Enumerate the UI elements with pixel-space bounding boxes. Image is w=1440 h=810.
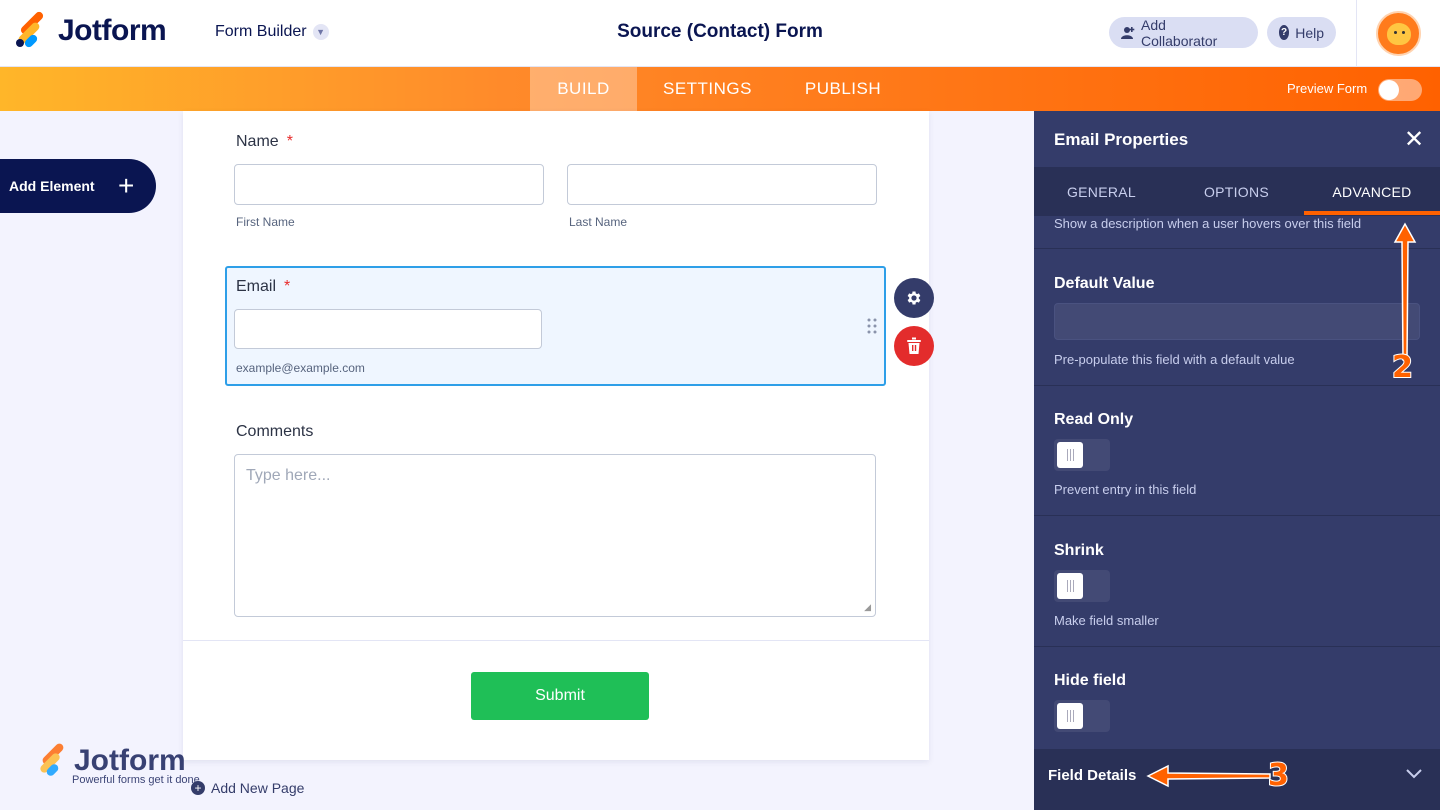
- watermark-tagline: Powerful forms get it done: [72, 774, 200, 786]
- field-properties-button[interactable]: [894, 278, 934, 318]
- read-only-toggle[interactable]: [1054, 439, 1110, 471]
- default-value-description: Pre-populate this field with a default v…: [1054, 352, 1295, 367]
- tab-advanced[interactable]: ADVANCED: [1304, 167, 1440, 216]
- add-element-label: Add Element: [9, 178, 95, 194]
- top-header: Jotform Form Builder ▼ Source (Contact) …: [0, 0, 1440, 67]
- form-canvas: Name * First Name Last Name Email * exampl…: [183, 111, 929, 760]
- email-sublabel: example@example.com: [236, 361, 365, 375]
- tab-general[interactable]: GENERAL: [1034, 167, 1169, 216]
- required-mark: *: [284, 278, 291, 295]
- name-label-text: Name: [236, 133, 279, 150]
- first-name-sublabel: First Name: [236, 215, 295, 229]
- shrink-toggle[interactable]: [1054, 570, 1110, 602]
- submit-button[interactable]: Submit: [471, 672, 649, 720]
- close-icon[interactable]: ✕: [1404, 125, 1424, 154]
- avatar-eye: [1394, 31, 1397, 34]
- default-value-input[interactable]: [1054, 303, 1420, 340]
- read-only-description: Prevent entry in this field: [1054, 482, 1197, 497]
- logo-text: Jotform: [58, 14, 167, 47]
- last-name-sublabel: Last Name: [569, 215, 628, 229]
- watermark-logo-text: Jotform: [74, 744, 186, 777]
- tab-publish[interactable]: PUBLISH: [788, 67, 898, 111]
- help-label: Help: [1295, 24, 1324, 41]
- divider: [183, 640, 929, 641]
- name-field-label: Name *: [236, 133, 293, 151]
- annotation-arrow-2-icon: [1393, 222, 1417, 361]
- first-name-input[interactable]: [234, 164, 544, 205]
- trash-icon: [907, 337, 921, 354]
- add-new-page-label: Add New Page: [211, 780, 305, 796]
- email-input[interactable]: [234, 309, 542, 349]
- shrink-label: Shrink: [1054, 542, 1104, 559]
- preview-form-toggle[interactable]: [1378, 79, 1422, 101]
- help-button[interactable]: ? Help: [1267, 17, 1336, 48]
- tab-settings[interactable]: SETTINGS: [645, 67, 770, 111]
- panel-title: Email Properties: [1054, 130, 1189, 149]
- delete-field-button[interactable]: [894, 326, 934, 366]
- form-title[interactable]: Source (Contact) Form: [617, 21, 823, 42]
- toggle-knob: [1057, 703, 1083, 729]
- avatar-face-icon: [1387, 23, 1411, 45]
- add-element-button[interactable]: Add Element +: [0, 159, 156, 213]
- annotation-step-2: 2: [1391, 349, 1414, 386]
- comments-textarea[interactable]: Type here... ◢: [234, 454, 876, 617]
- jotform-watermark-icon: [38, 741, 68, 778]
- builder-nav: BUILD SETTINGS PUBLISH Preview Form: [0, 67, 1440, 111]
- plus-circle-icon: +: [191, 781, 205, 795]
- add-user-icon: [1121, 26, 1135, 39]
- hover-text-description: Show a description when a user hovers ov…: [1054, 216, 1362, 231]
- hide-field-label: Hide field: [1054, 672, 1127, 689]
- panel-header: Email Properties ✕: [1034, 111, 1440, 167]
- plus-icon: +: [118, 170, 135, 201]
- section-divider: [1034, 248, 1440, 249]
- toggle-knob: [1057, 442, 1083, 468]
- resize-grip-icon[interactable]: ◢: [864, 602, 871, 613]
- comments-label: Comments: [236, 423, 314, 440]
- last-name-input[interactable]: [567, 164, 877, 205]
- section-divider: [1034, 515, 1440, 516]
- preview-form-label: Preview Form: [1287, 81, 1368, 96]
- comments-placeholder: Type here...: [246, 467, 331, 484]
- header-divider: [1356, 0, 1357, 67]
- add-collaborator-button[interactable]: Add Collaborator: [1109, 16, 1258, 49]
- jotform-logo-icon: [14, 10, 46, 49]
- chevron-down-icon: [1406, 769, 1422, 779]
- section-divider: [1034, 646, 1440, 647]
- form-builder-menu[interactable]: Form Builder ▼: [215, 23, 329, 41]
- toggle-knob: [1057, 573, 1083, 599]
- read-only-label: Read Only: [1054, 411, 1134, 428]
- drag-handle-icon[interactable]: [867, 318, 877, 334]
- annotation-step-3: 3: [1267, 757, 1290, 794]
- chevron-down-icon: ▼: [312, 24, 329, 40]
- required-mark: *: [286, 133, 293, 150]
- email-properties-panel: Email Properties ✕ GENERAL OPTIONS ADVAN…: [1034, 111, 1440, 810]
- tab-build[interactable]: BUILD: [530, 67, 637, 111]
- avatar[interactable]: [1376, 11, 1421, 56]
- avatar-eye: [1402, 31, 1405, 34]
- toggle-knob: [1379, 80, 1399, 100]
- shrink-description: Make field smaller: [1054, 613, 1159, 628]
- default-value-label: Default Value: [1054, 275, 1155, 292]
- jotform-logo[interactable]: Jotform: [14, 10, 167, 49]
- panel-tabs: GENERAL OPTIONS ADVANCED: [1034, 167, 1440, 216]
- email-label-text: Email: [236, 278, 277, 295]
- field-details-label: Field Details: [1048, 767, 1137, 784]
- hide-field-toggle[interactable]: [1054, 700, 1110, 732]
- section-divider: [1034, 385, 1440, 386]
- email-field-label: Email *: [236, 278, 290, 296]
- gear-icon: [907, 291, 921, 305]
- tab-options[interactable]: OPTIONS: [1169, 167, 1304, 216]
- form-builder-label: Form Builder: [215, 23, 307, 40]
- add-new-page-button[interactable]: + Add New Page: [191, 780, 304, 796]
- annotation-arrow-3-icon: [1146, 764, 1271, 788]
- question-icon: ?: [1279, 25, 1290, 40]
- active-tab-indicator: [1304, 211, 1440, 215]
- add-collaborator-label: Add Collaborator: [1141, 16, 1218, 49]
